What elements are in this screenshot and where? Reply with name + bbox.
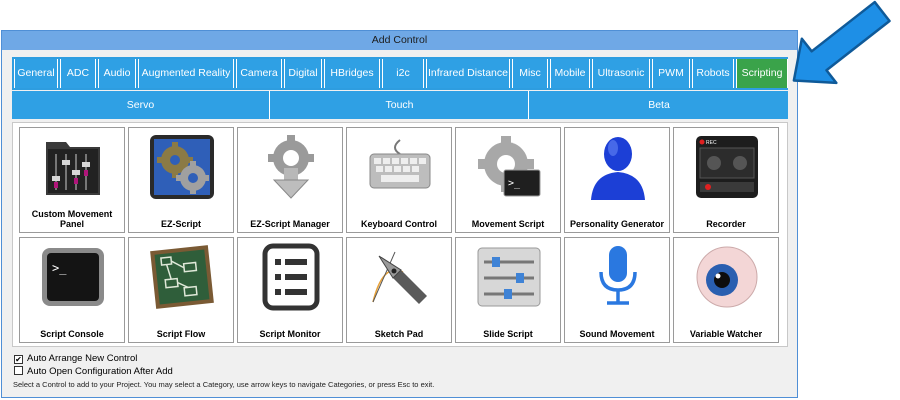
tab-audio[interactable]: Audio — [98, 59, 136, 88]
category-tab-strip: General ADC Audio Augmented Reality Came… — [12, 57, 788, 90]
checkbox-box[interactable]: ✔ — [14, 355, 23, 364]
tab-robots[interactable]: Robots — [692, 59, 734, 88]
pen-nib-icon — [372, 251, 427, 304]
add-control-dialog: Add Control General ADC Audio Augmented … — [1, 30, 798, 398]
control-label: Keyboard Control — [360, 219, 437, 229]
screenshot-stage: Add Control General ADC Audio Augmented … — [0, 0, 900, 400]
gears-icon — [150, 135, 214, 199]
gear-terminal-icon: >_ — [478, 136, 541, 197]
eyeball-icon — [696, 246, 758, 308]
svg-text:REC: REC — [706, 140, 717, 146]
tab-digital[interactable]: Digital — [284, 59, 322, 88]
checkbox-label: Auto Open Configuration After Add — [27, 366, 173, 377]
help-hint-text: Select a Control to add to your Project.… — [13, 380, 435, 389]
controls-grid: Custom Movement Panel EZ-Script EZ-Scrip… — [12, 122, 788, 347]
tab-servo[interactable]: Servo — [12, 91, 270, 119]
control-personality-generator[interactable]: Personality Generator — [564, 127, 670, 233]
checkbox-label: Auto Arrange New Control — [27, 353, 138, 364]
tab-infrared-distance[interactable]: Infrared Distance — [426, 59, 510, 88]
keyboard-icon — [369, 139, 431, 189]
svg-text:>_: >_ — [508, 178, 521, 189]
gear-download-icon — [268, 135, 314, 199]
list-icon — [262, 243, 320, 311]
control-script-flow[interactable]: Script Flow — [128, 237, 234, 343]
control-label: Custom Movement Panel — [31, 209, 113, 229]
auto-arrange-checkbox[interactable]: ✔ Auto Arrange New Control — [14, 353, 137, 364]
control-label: Sketch Pad — [374, 329, 424, 339]
control-label: EZ-Script — [160, 219, 201, 229]
tab-i2c[interactable]: i2c — [382, 59, 424, 88]
control-script-monitor[interactable]: Script Monitor — [237, 237, 343, 343]
control-label: Movement Script — [471, 219, 545, 229]
control-label: Recorder — [706, 219, 746, 229]
dialog-title: Add Control — [2, 31, 797, 50]
control-label: Script Flow — [156, 329, 206, 339]
control-keyboard-control[interactable]: Keyboard Control — [346, 127, 452, 233]
control-variable-watcher[interactable]: Variable Watcher — [673, 237, 779, 343]
control-sound-movement[interactable]: Sound Movement — [564, 237, 670, 343]
control-script-console[interactable]: >_ Script Console — [19, 237, 125, 343]
control-slide-script[interactable]: Slide Script — [455, 237, 561, 343]
control-ez-script-manager[interactable]: EZ-Script Manager — [237, 127, 343, 233]
control-label: EZ-Script Manager — [250, 219, 330, 229]
tab-mobile[interactable]: Mobile — [550, 59, 590, 88]
tab-hbridges[interactable]: HBridges — [324, 59, 380, 88]
control-label: Variable Watcher — [689, 329, 763, 339]
tab-augmented-reality[interactable]: Augmented Reality — [138, 59, 234, 88]
control-label: Script Monitor — [259, 329, 321, 339]
tab-general[interactable]: General — [14, 59, 58, 88]
control-label: Sound Movement — [579, 329, 655, 339]
control-ez-script[interactable]: EZ-Script — [128, 127, 234, 233]
checkbox-box[interactable] — [14, 366, 23, 375]
control-sketch-pad[interactable]: Sketch Pad — [346, 237, 452, 343]
tab-pwm[interactable]: PWM — [652, 59, 690, 88]
tab-touch[interactable]: Touch — [271, 91, 529, 119]
equalizer-folder-icon — [46, 142, 100, 195]
subcategory-tab-strip: Servo Touch Beta — [12, 91, 788, 119]
control-recorder[interactable]: REC Recorder — [673, 127, 779, 233]
svg-text:>_: >_ — [52, 261, 67, 275]
control-label: Script Console — [40, 329, 104, 339]
tab-camera[interactable]: Camera — [236, 59, 282, 88]
recorder-icon: REC — [696, 136, 758, 198]
tab-adc[interactable]: ADC — [60, 59, 96, 88]
terminal-icon: >_ — [42, 248, 104, 306]
control-label: Personality Generator — [569, 219, 665, 229]
tab-misc[interactable]: Misc — [512, 59, 548, 88]
microphone-icon — [599, 246, 637, 305]
annotation-arrow-icon — [792, 0, 891, 85]
tab-ultrasonic[interactable]: Ultrasonic — [592, 59, 650, 88]
tab-beta[interactable]: Beta — [530, 91, 788, 119]
control-label: Slide Script — [483, 329, 533, 339]
control-custom-movement-panel[interactable]: Custom Movement Panel — [19, 127, 125, 233]
person-bust-icon — [591, 137, 645, 200]
control-movement-script[interactable]: >_ Movement Script — [455, 127, 561, 233]
sliders-icon — [477, 247, 541, 307]
flowchart-board-icon — [150, 245, 214, 309]
auto-open-config-checkbox[interactable]: Auto Open Configuration After Add — [14, 366, 173, 377]
